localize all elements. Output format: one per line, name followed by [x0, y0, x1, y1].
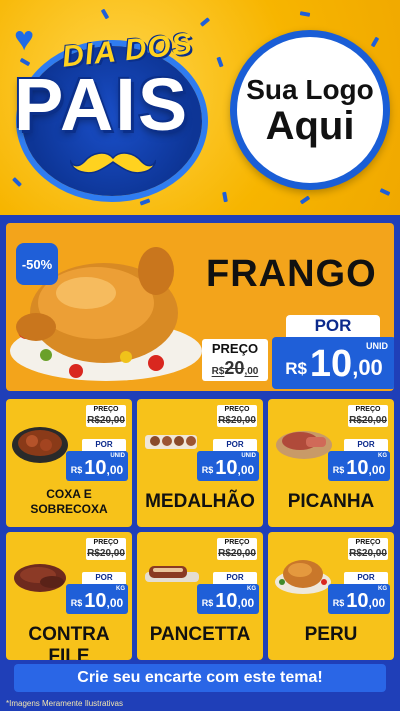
por-label: POR	[213, 572, 257, 584]
new-price: UNID R$ 10,00	[272, 337, 394, 389]
old-price-box: PREÇO R$20,00	[348, 538, 388, 560]
product-card-picanha[interactable]: PREÇO R$20,00 POR KG R$ 10,00 PICANHA	[268, 399, 394, 527]
confetti	[216, 56, 224, 68]
old-price-box: PREÇO R$20,00	[348, 405, 388, 427]
steak-image	[14, 564, 66, 592]
product-card-contra-file[interactable]: PREÇO R$20,00 POR KG R$ 10,00 CONTRA FILE	[6, 532, 132, 660]
product-name: PICANHA	[287, 491, 375, 512]
por-label: POR	[82, 572, 126, 584]
cta-button[interactable]: Crie seu encarte com este tema!	[14, 664, 386, 692]
new-price: KG R$ 10,00	[197, 584, 259, 614]
turkey-image	[275, 560, 331, 594]
preco-label: PREÇO	[202, 339, 268, 358]
hero-product-card[interactable]: -50% FRANGO PREÇO R$20,00 POR UNID R$ 10,…	[6, 223, 394, 391]
product-name: CONTRA FILE	[28, 624, 110, 660]
por-label: POR	[344, 572, 388, 584]
title-main: PAIS	[14, 63, 190, 146]
picanha-image	[276, 431, 332, 459]
product-name: PERU	[304, 624, 358, 645]
new-price: UNID R$ 10,00	[197, 451, 259, 481]
discount-badge: -50%	[16, 243, 58, 285]
disclaimer-text: *Imagens Meramente Ilustrativas	[6, 699, 123, 708]
old-price-box: PREÇO R$20,00	[86, 538, 126, 560]
hero-product-name: FRANGO	[206, 253, 377, 295]
old-price-box: PREÇO R$20,00	[202, 339, 268, 383]
mustache-icon	[70, 152, 156, 174]
old-price-box: PREÇO R$20,00	[217, 405, 257, 427]
confetti	[370, 36, 380, 48]
logo-placeholder: Sua Logo Aqui	[230, 30, 390, 190]
chicken-thighs-image	[12, 427, 68, 463]
product-name: COXA E SOBRECOXA	[30, 487, 108, 516]
new-price: UNID R$ 10,00	[66, 451, 128, 481]
product-card-coxa[interactable]: PREÇO R$20,00 POR UNID R$ 10,00 COXA E SOBR…	[6, 399, 132, 527]
product-name: MEDALHÃO	[145, 491, 255, 512]
product-card-pancetta[interactable]: PREÇO R$20,00 POR KG R$ 10,00 PANCETTA	[137, 532, 263, 660]
por-label: POR	[213, 439, 257, 451]
confetti	[379, 188, 391, 196]
product-card-peru[interactable]: PREÇO R$20,00 POR KG R$ 10,00 PERU	[268, 532, 394, 660]
old-price: R$20,00	[202, 358, 268, 381]
confetti	[100, 8, 110, 20]
header-banner: ♥ DIA DOS PAIS Sua Logo Aqui	[0, 0, 400, 215]
new-price: KG R$ 10,00	[328, 584, 390, 614]
confetti	[199, 17, 211, 27]
logo-text-line2: Aqui	[265, 104, 355, 148]
new-price: KG R$ 10,00	[66, 584, 128, 614]
unit-label: UNID	[366, 341, 388, 351]
por-label: POR	[344, 439, 388, 451]
heart-icon: ♥	[14, 20, 35, 58]
product-name: PANCETTA	[149, 624, 251, 645]
old-price-box: PREÇO R$20,00	[86, 405, 126, 427]
product-card-medalhao[interactable]: PREÇO R$20,00 POR UNID R$ 10,00 MEDALHÃO	[137, 399, 263, 527]
old-price-box: PREÇO R$20,00	[217, 538, 257, 560]
skewers-image	[145, 435, 197, 449]
confetti	[12, 177, 22, 187]
pancetta-image	[145, 566, 199, 582]
por-label: POR	[82, 439, 126, 451]
confetti	[139, 198, 151, 206]
confetti	[222, 191, 228, 203]
offers-panel: -50% FRANGO PREÇO R$20,00 POR UNID R$ 10,…	[0, 215, 400, 711]
confetti	[299, 11, 311, 17]
new-price: KG R$ 10,00	[328, 451, 390, 481]
confetti	[299, 195, 311, 205]
logo-text-line1: Sua Logo	[246, 74, 374, 105]
por-label: POR	[286, 315, 380, 337]
